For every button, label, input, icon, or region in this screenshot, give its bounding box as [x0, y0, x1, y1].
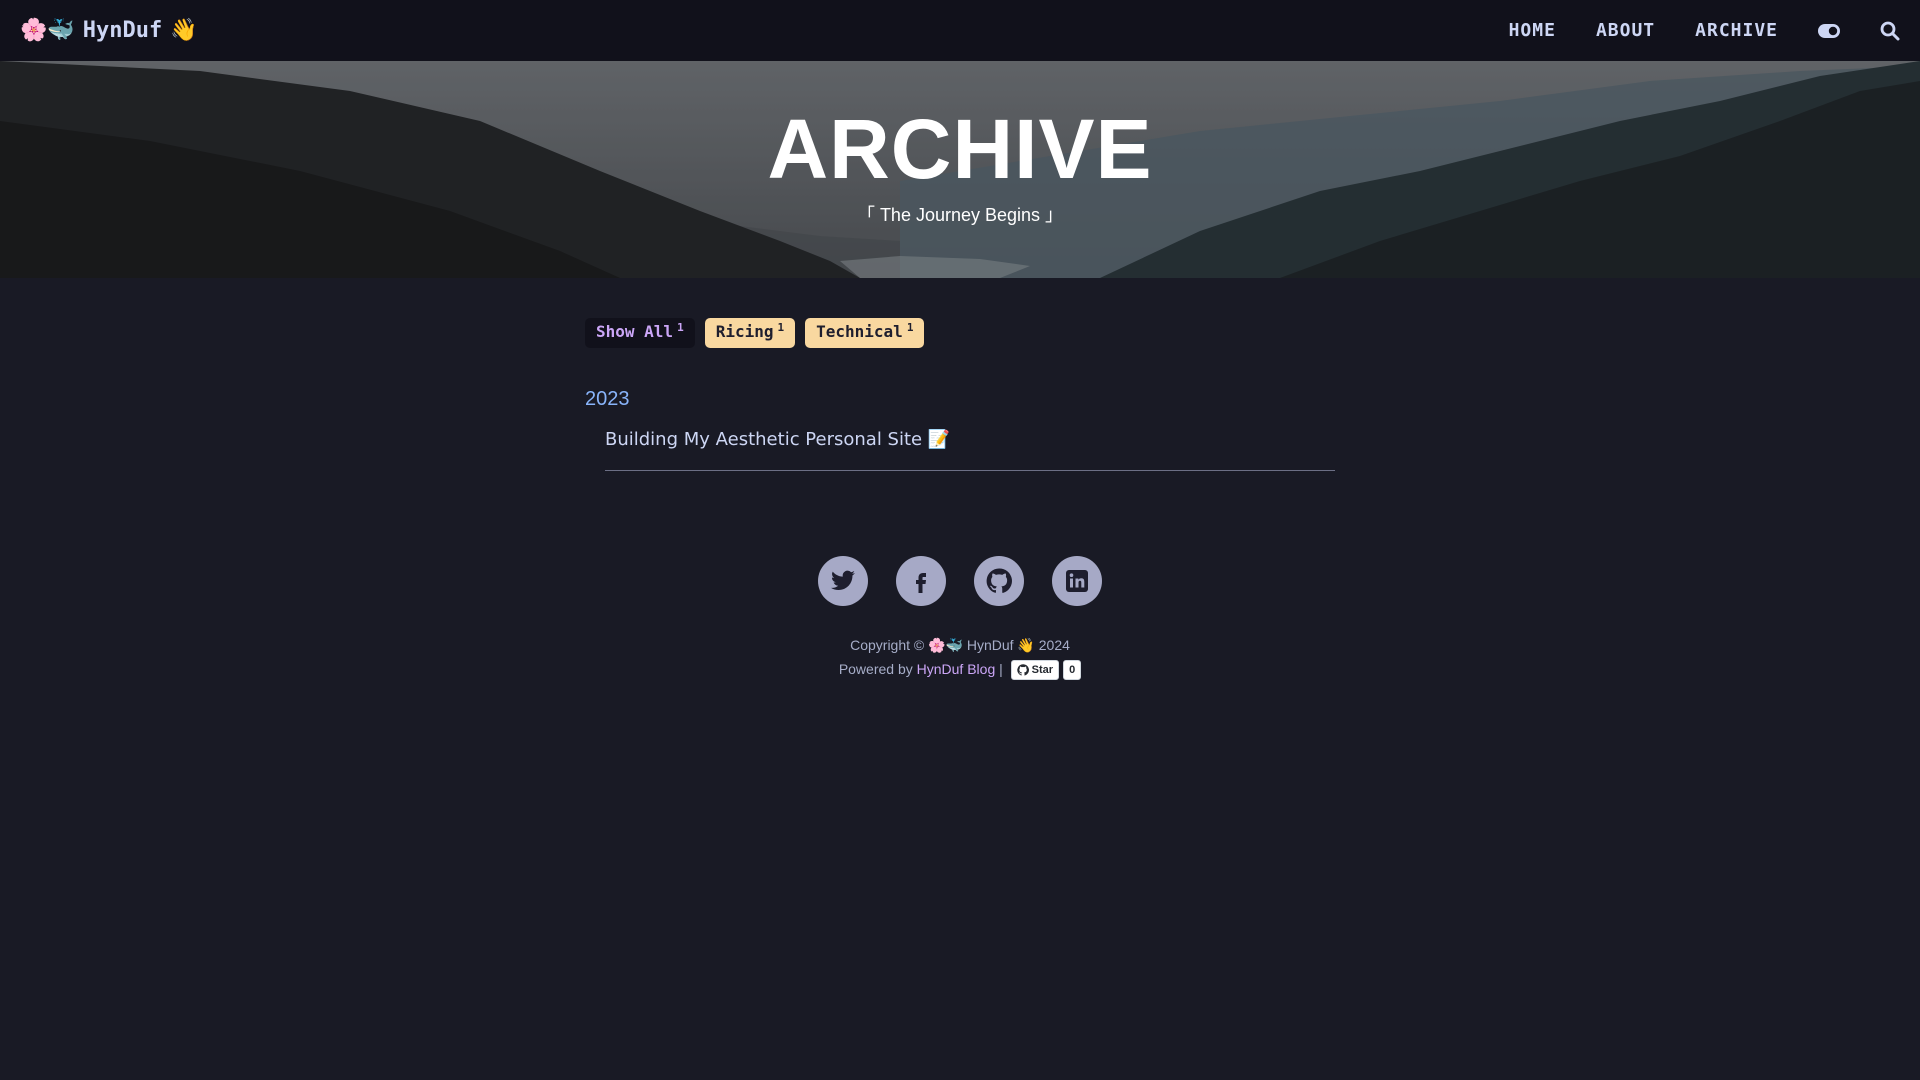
footer: Copyright © 🌸🐳 HynDuf 👋 2024 Powered by … — [0, 633, 1920, 681]
theme-toggle-icon[interactable] — [1818, 23, 1840, 38]
archive-content: Show All 1 Ricing 1 Technical 1 2023 Bui… — [585, 318, 1335, 471]
brand-emoji: 🌸🐳 — [20, 18, 75, 43]
star-label: Star — [1031, 664, 1054, 677]
wave-emoji: 👋 — [170, 18, 198, 43]
page-subtitle: 「 The Journey Begins 」 — [856, 205, 1064, 225]
filter-count: 1 — [677, 321, 684, 334]
separator: | — [999, 661, 1003, 677]
filter-label: Show All — [596, 322, 674, 341]
filter-ricing[interactable]: Ricing 1 — [704, 318, 796, 348]
post-link[interactable]: Building My Aesthetic Personal Site 📝 — [605, 429, 950, 450]
github-icon — [986, 568, 1012, 593]
nav-link-about[interactable]: ABOUT — [1596, 20, 1655, 41]
github-star-button[interactable]: Star — [1010, 660, 1060, 681]
nav-link-home[interactable]: HOME — [1509, 20, 1556, 41]
twitter-link[interactable] — [818, 556, 868, 606]
copyright-text: Copyright © 🌸🐳 HynDuf 👋 2024 — [850, 637, 1070, 653]
filter-label: Ricing — [715, 322, 774, 341]
category-filters: Show All 1 Ricing 1 Technical 1 — [585, 318, 1335, 348]
filter-count: 1 — [906, 321, 914, 334]
hero-banner: ARCHIVE 「 The Journey Begins 」 — [0, 61, 1920, 278]
powered-by-prefix: Powered by — [838, 661, 913, 677]
brand-name: HynDuf — [82, 18, 163, 43]
github-star-widget: Star 0 — [1010, 660, 1082, 681]
filter-label: Technical — [816, 322, 903, 341]
filter-show-all[interactable]: Show All 1 — [585, 318, 695, 348]
powered-by-line: Powered by HynDuf Blog | Star 0 — [0, 657, 1920, 681]
facebook-link[interactable] — [896, 556, 946, 606]
brand-link[interactable]: 🌸🐳 HynDuf 👋 — [20, 18, 198, 43]
facebook-icon — [916, 573, 926, 593]
filter-count: 1 — [777, 321, 785, 334]
blog-link[interactable]: HynDuf Blog — [917, 661, 996, 677]
filter-technical[interactable]: Technical 1 — [805, 318, 925, 348]
page-title: ARCHIVE — [767, 102, 1153, 196]
archive-year: 2023 — [585, 388, 630, 410]
linkedin-link[interactable] — [1052, 556, 1102, 606]
nav-link-archive[interactable]: ARCHIVE — [1695, 20, 1778, 41]
search-icon[interactable] — [1880, 21, 1900, 41]
github-icon — [1016, 664, 1029, 676]
twitter-icon — [831, 570, 855, 590]
star-count[interactable]: 0 — [1063, 660, 1082, 681]
linkedin-icon — [1066, 570, 1088, 592]
github-link[interactable] — [974, 556, 1024, 606]
list-item: Building My Aesthetic Personal Site 📝 — [605, 429, 1335, 471]
nav-menu: HOME ABOUT ARCHIVE — [1469, 20, 1900, 41]
social-links — [0, 556, 1920, 606]
navbar: 🌸🐳 HynDuf 👋 HOME ABOUT ARCHIVE — [0, 0, 1920, 61]
